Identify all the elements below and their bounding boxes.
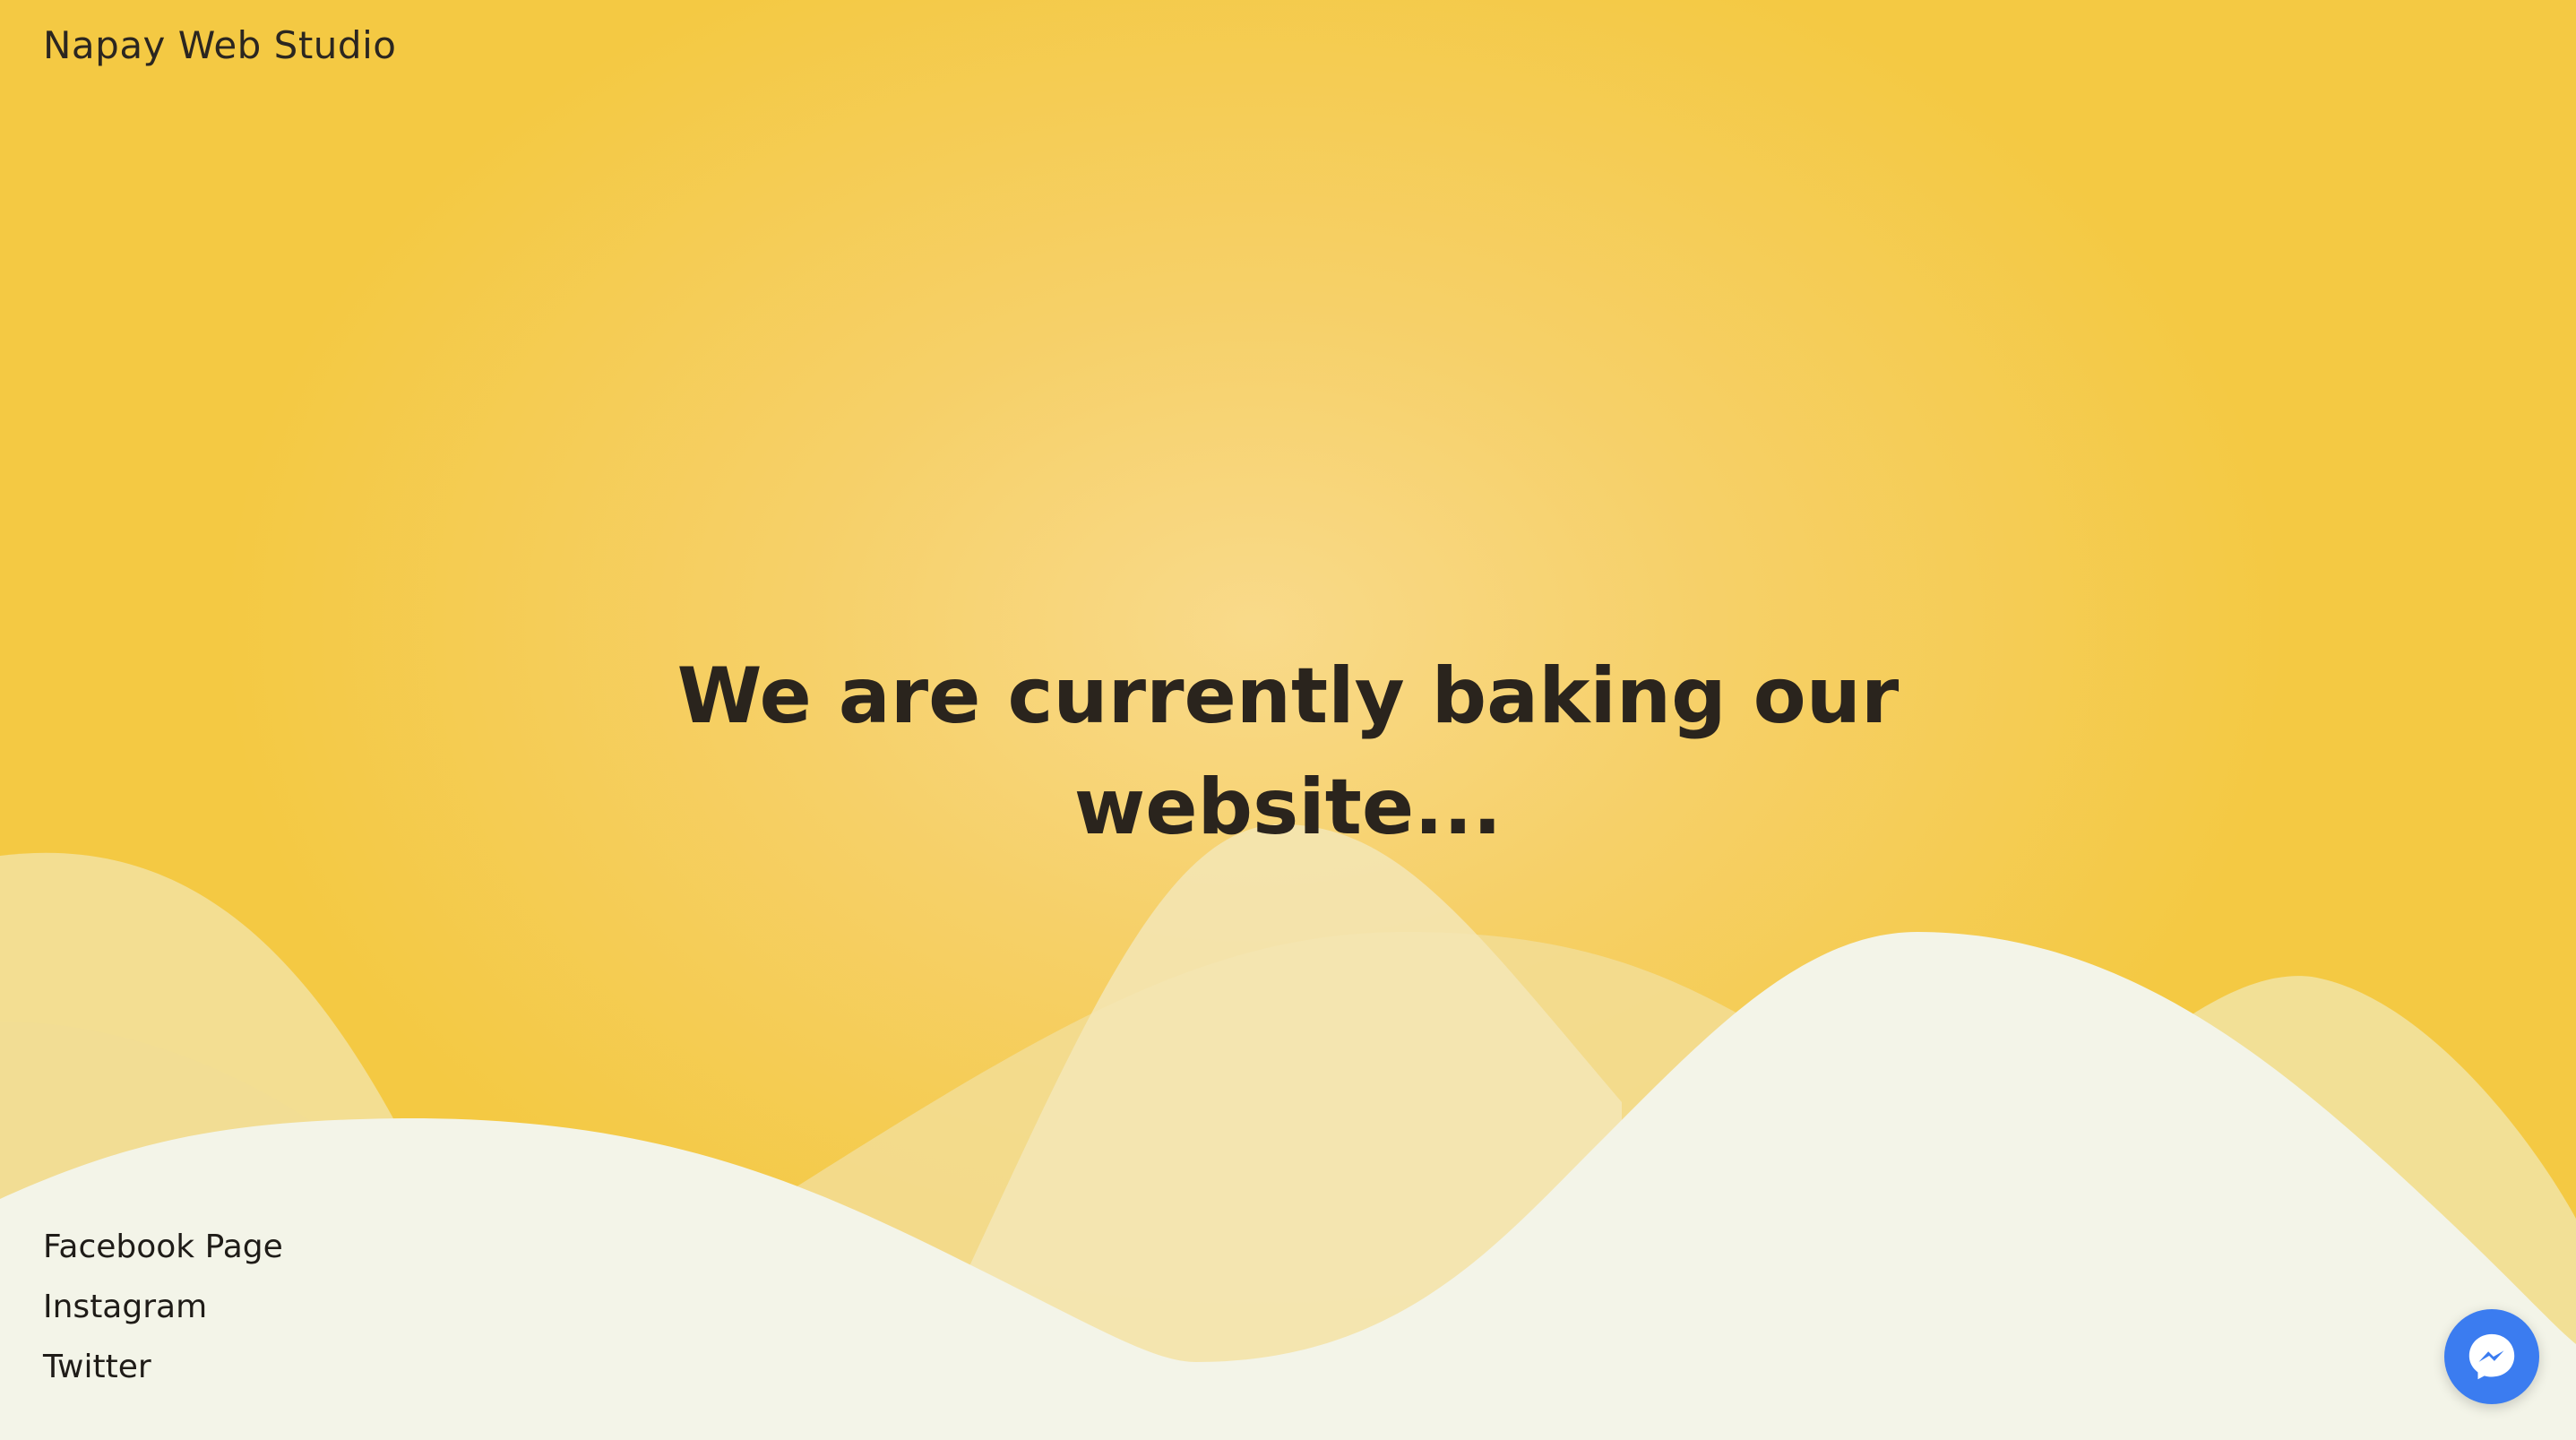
brand-logo-text[interactable]: Napay Web Studio [43,23,396,67]
instagram-link[interactable]: Instagram [43,1277,283,1337]
messenger-icon [2468,1333,2515,1380]
social-links: Facebook Page Instagram Twitter [43,1217,283,1397]
facebook-link[interactable]: Facebook Page [43,1217,283,1277]
messenger-chat-button[interactable] [2444,1309,2539,1404]
twitter-link[interactable]: Twitter [43,1337,283,1397]
hero-headline-line-1: We are currently baking our [676,651,1900,741]
hero-headline: We are currently baking our website... [0,641,2576,863]
hero-headline-line-2: website... [1073,763,1503,852]
